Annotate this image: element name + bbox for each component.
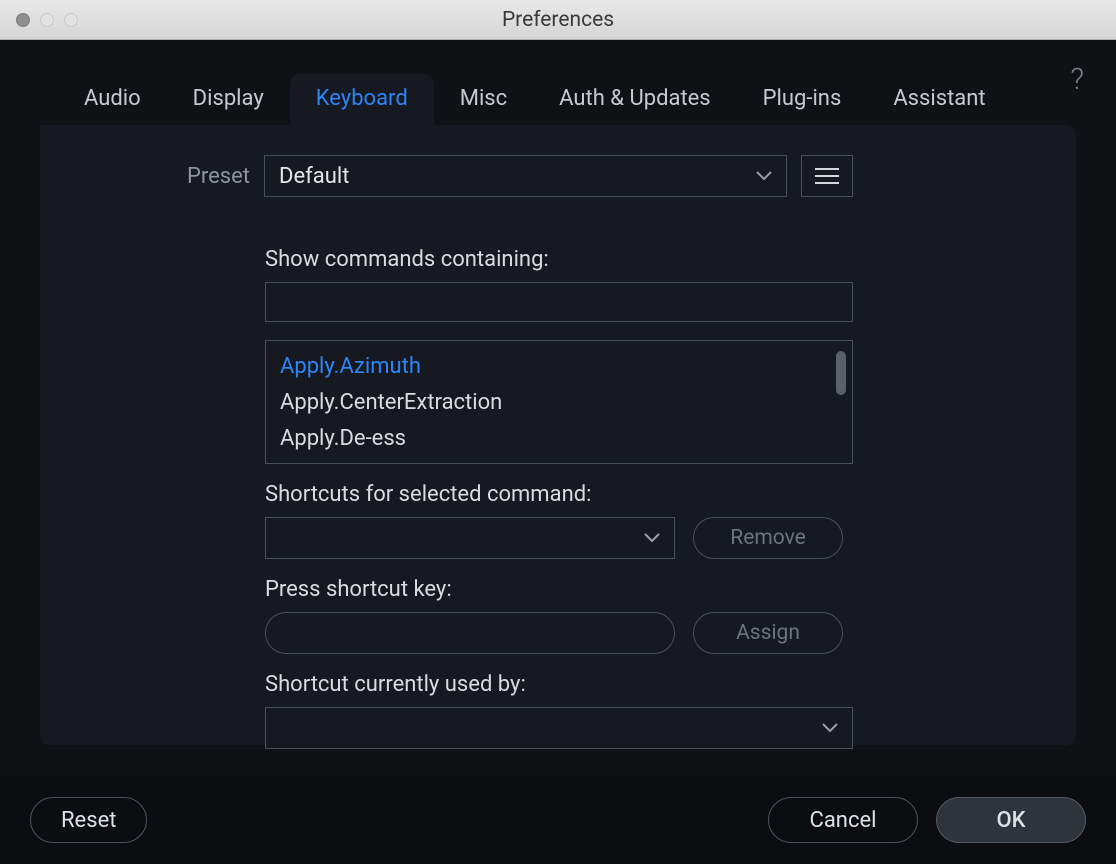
command-item[interactable]: Apply.CenterExtraction xyxy=(280,385,838,421)
reset-button[interactable]: Reset xyxy=(30,797,147,843)
ok-button[interactable]: OK xyxy=(936,797,1086,843)
tab-keyboard[interactable]: Keyboard xyxy=(290,74,434,125)
chevron-down-icon xyxy=(822,723,838,733)
used-by-section: Shortcut currently used by: xyxy=(265,672,1036,749)
commands-section: Apply.Azimuth Apply.CenterExtraction App… xyxy=(265,340,1036,464)
close-window-button[interactable] xyxy=(16,13,30,27)
selected-shortcut-section: Shortcuts for selected command: Remove xyxy=(265,482,1036,559)
selected-shortcut-select[interactable] xyxy=(265,517,675,559)
tab-assistant[interactable]: Assistant xyxy=(867,74,1011,125)
window-title: Preferences xyxy=(0,8,1116,32)
keyboard-panel: Preset Default Show commands containing:… xyxy=(40,125,1076,745)
chevron-down-icon xyxy=(756,171,772,181)
used-by-label: Shortcut currently used by: xyxy=(265,672,1036,697)
tab-display[interactable]: Display xyxy=(167,74,290,125)
titlebar: Preferences xyxy=(0,0,1116,40)
window-controls xyxy=(0,13,78,27)
remove-button[interactable]: Remove xyxy=(693,517,843,559)
filter-section: Show commands containing: xyxy=(265,247,1036,322)
used-by-select[interactable] xyxy=(265,707,853,749)
filter-label: Show commands containing: xyxy=(265,247,1036,272)
assign-button[interactable]: Assign xyxy=(693,612,843,654)
press-shortcut-label: Press shortcut key: xyxy=(265,577,1036,602)
cancel-button[interactable]: Cancel xyxy=(768,797,918,843)
dialog-footer: Reset Cancel OK xyxy=(0,776,1116,864)
tab-plugins[interactable]: Plug-ins xyxy=(737,74,868,125)
preset-value: Default xyxy=(279,164,349,189)
preset-label: Preset xyxy=(80,164,250,189)
command-item[interactable]: Apply.De-ess xyxy=(280,421,838,457)
tab-auth-updates[interactable]: Auth & Updates xyxy=(533,74,737,125)
hamburger-icon xyxy=(815,168,839,184)
scrollbar-thumb[interactable] xyxy=(836,351,846,395)
commands-list[interactable]: Apply.Azimuth Apply.CenterExtraction App… xyxy=(265,340,853,464)
tab-audio[interactable]: Audio xyxy=(58,74,167,125)
preset-menu-button[interactable] xyxy=(801,155,853,197)
press-shortcut-input[interactable] xyxy=(265,612,675,654)
filter-input[interactable] xyxy=(265,282,853,322)
help-icon[interactable]: ? xyxy=(1070,62,1084,97)
press-shortcut-section: Press shortcut key: Assign xyxy=(265,577,1036,654)
window-body: ? Audio Display Keyboard Misc Auth & Upd… xyxy=(0,40,1116,864)
chevron-down-icon xyxy=(644,533,660,543)
preset-row: Preset Default xyxy=(80,155,1036,197)
tab-bar: Audio Display Keyboard Misc Auth & Updat… xyxy=(0,40,1116,125)
maximize-window-button[interactable] xyxy=(64,13,78,27)
selected-shortcut-label: Shortcuts for selected command: xyxy=(265,482,1036,507)
minimize-window-button[interactable] xyxy=(40,13,54,27)
tab-misc[interactable]: Misc xyxy=(434,74,533,125)
preset-select[interactable]: Default xyxy=(264,155,787,197)
command-item[interactable]: Apply.Azimuth xyxy=(280,349,838,385)
